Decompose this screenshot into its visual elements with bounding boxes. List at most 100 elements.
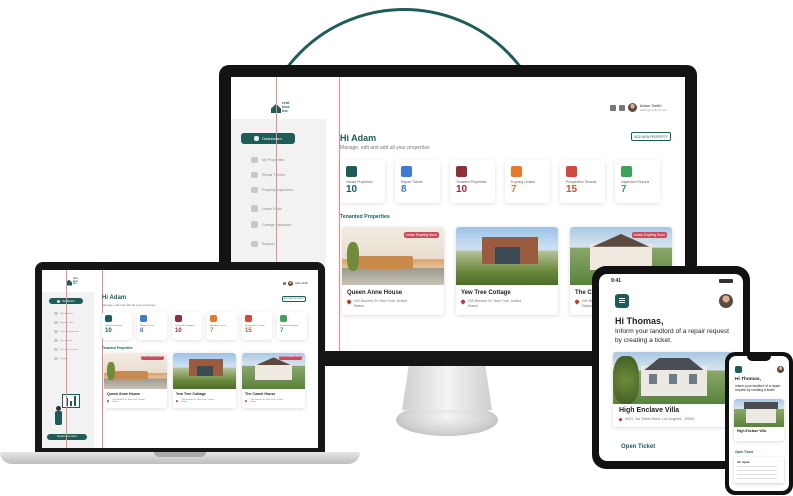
stat-card[interactable]: Expiring Leases 7 bbox=[207, 312, 237, 340]
sidebar-item[interactable]: Lease Deals bbox=[54, 339, 72, 342]
property-name: High Enclave Villa bbox=[619, 407, 680, 414]
property-card[interactable]: High Enclave Villa 9223, 3rd Street West… bbox=[613, 352, 733, 427]
phone: Hi Thomas, Inform your landlord of a rep… bbox=[725, 352, 793, 495]
sidebar-item[interactable]: Repair Tickets bbox=[54, 321, 74, 324]
property-card[interactable]: Lease Expiring Soon The Coach House 245 Br… bbox=[242, 353, 305, 408]
location-pin-icon bbox=[175, 399, 179, 403]
property-name: The Coach House bbox=[245, 392, 276, 396]
sidebar-item-property-inspection[interactable]: Property Inspection bbox=[251, 187, 293, 193]
sidebar-illustration bbox=[52, 392, 82, 428]
greeting: Hi Thomas, bbox=[615, 316, 664, 326]
status-badge: Lease Expiring Soon bbox=[141, 356, 164, 360]
property-address: 9223, 3rd Street West, Los Angeles - 900… bbox=[625, 417, 695, 421]
stat-card[interactable]: Prospective Tenants 15 bbox=[560, 160, 605, 203]
sidebar-item[interactable]: My Properties bbox=[54, 312, 74, 315]
sidebar-item-repair-tickets[interactable]: Repair Tickets bbox=[251, 172, 285, 178]
property-address: 245 Broome St, New York, United States bbox=[112, 398, 145, 404]
bell-icon[interactable] bbox=[609, 104, 616, 111]
section-title: Open Ticket bbox=[735, 450, 754, 454]
sofa-shape bbox=[113, 371, 149, 379]
ticket-card[interactable]: AC repair bbox=[734, 457, 784, 483]
key-icon bbox=[105, 315, 112, 322]
mail-icon[interactable] bbox=[618, 104, 625, 111]
menu-icon[interactable] bbox=[735, 366, 742, 373]
stat-label: Tenanted Properties bbox=[175, 325, 195, 327]
sidebar-item-my-properties[interactable]: My Properties bbox=[251, 157, 284, 163]
guide-line bbox=[66, 270, 67, 448]
avatar[interactable] bbox=[627, 103, 637, 112]
hourglass-icon bbox=[210, 315, 217, 322]
sofa-shape bbox=[357, 256, 414, 269]
property-card[interactable]: Yew Tree Cottage 245 Broome St, New York,… bbox=[173, 353, 236, 408]
stat-label: Inspection Reports bbox=[280, 325, 299, 327]
property-card[interactable]: High Enclave Villa bbox=[734, 399, 784, 441]
sidebar-item-lease-deals[interactable]: Lease Deals bbox=[251, 205, 282, 212]
avatar[interactable] bbox=[719, 294, 733, 308]
app-logo: rent lord inc bbox=[66, 277, 78, 286]
stat-value: 10 bbox=[105, 328, 112, 335]
stat-card[interactable]: Inspection Reports 7 bbox=[277, 312, 307, 340]
dashboard-icon bbox=[57, 299, 61, 303]
page-title: Hi Adam bbox=[340, 133, 377, 143]
menu-icon[interactable] bbox=[615, 294, 629, 308]
document-icon bbox=[251, 205, 258, 212]
property-card[interactable]: Yew Tree Cottage 245 Broome St, New York,… bbox=[456, 227, 558, 315]
tenant-icon bbox=[456, 166, 467, 177]
stat-value: 10 bbox=[175, 328, 182, 335]
greeting-message: Inform your landlord of a repair request… bbox=[735, 384, 781, 393]
devices-showcase: rent lord inc Adam Smith adam@rentlord.c… bbox=[0, 0, 793, 496]
window-shape bbox=[196, 365, 213, 376]
avatar[interactable] bbox=[777, 366, 784, 373]
property-name: Yew Tree Cottage bbox=[461, 290, 511, 296]
stat-card[interactable]: Repair Tickets 8 bbox=[137, 312, 167, 340]
stat-value: 15 bbox=[566, 184, 578, 196]
tools-icon bbox=[401, 166, 412, 177]
app-logo: rent lord inc bbox=[271, 101, 290, 113]
phone-notch bbox=[747, 356, 771, 361]
lock-icon bbox=[54, 348, 58, 351]
stat-label: Tenanted Properties bbox=[456, 180, 487, 184]
stat-card[interactable]: Expiring Leases 7 bbox=[505, 160, 550, 203]
location-pin-icon bbox=[346, 299, 352, 305]
bell-icon[interactable] bbox=[282, 282, 286, 285]
sidebar-item-dashboard[interactable]: Dashboard bbox=[241, 133, 295, 144]
property-card[interactable]: Lease Expiring Soon Queen Anne House 245 B… bbox=[342, 227, 444, 315]
property-image bbox=[173, 353, 236, 389]
register-ticket-button[interactable]: Register new ticket bbox=[47, 434, 87, 440]
clipboard-icon bbox=[54, 330, 58, 333]
stat-card[interactable]: Tenanted Properties 10 bbox=[172, 312, 202, 340]
section-title: Open Ticket bbox=[621, 444, 656, 450]
location-pin-icon bbox=[574, 299, 580, 305]
hourglass-icon bbox=[511, 166, 522, 177]
stat-label: Repair Tickets bbox=[140, 325, 154, 327]
add-property-button[interactable]: ADD NEW PROPERTY bbox=[282, 296, 306, 302]
phone-screen: Hi Thomas, Inform your landlord of a rep… bbox=[729, 356, 789, 491]
stat-card[interactable]: Tenanted Properties 10 bbox=[450, 160, 495, 203]
wrench-icon bbox=[251, 172, 258, 178]
avatar[interactable] bbox=[287, 281, 293, 286]
header-user[interactable]: Adam Smith bbox=[282, 281, 308, 286]
page-title: Hi Adam bbox=[102, 295, 127, 301]
dashboard-icon bbox=[254, 136, 260, 141]
stat-card[interactable]: Prospective Tenants 15 bbox=[242, 312, 272, 340]
stat-card[interactable]: Vacant Properties 10 bbox=[340, 160, 385, 203]
stat-value: 15 bbox=[245, 328, 252, 335]
tenant-icon bbox=[175, 315, 182, 322]
stat-label: Vacant Properties bbox=[346, 180, 373, 184]
greeting-message: Inform your landlord of a repair request… bbox=[615, 328, 729, 344]
stat-card[interactable]: Repair Tickets 8 bbox=[395, 160, 440, 203]
header-user[interactable]: Adam Smith adam@rentlord.com bbox=[609, 103, 667, 112]
greeting: Hi Thomas, bbox=[735, 377, 761, 382]
sidebar-item-support[interactable]: Support bbox=[251, 241, 275, 247]
home-icon bbox=[251, 157, 258, 163]
plant-shape bbox=[107, 362, 115, 380]
property-address: 245 Broome St, New York, United States bbox=[353, 299, 408, 308]
stat-value: 8 bbox=[401, 184, 407, 196]
stat-card[interactable]: Inspection Reports 7 bbox=[615, 160, 660, 203]
battery-icon bbox=[719, 279, 733, 283]
add-property-button[interactable]: ADD NEW PROPERTY bbox=[631, 132, 671, 141]
sidebar-item-change-password[interactable]: Change Password bbox=[251, 221, 291, 228]
chat-icon bbox=[251, 241, 258, 247]
property-card[interactable]: Lease Expiring Soon Queen Anne House 245 B… bbox=[104, 353, 167, 408]
stat-card[interactable]: Vacant Properties 10 bbox=[102, 312, 132, 340]
